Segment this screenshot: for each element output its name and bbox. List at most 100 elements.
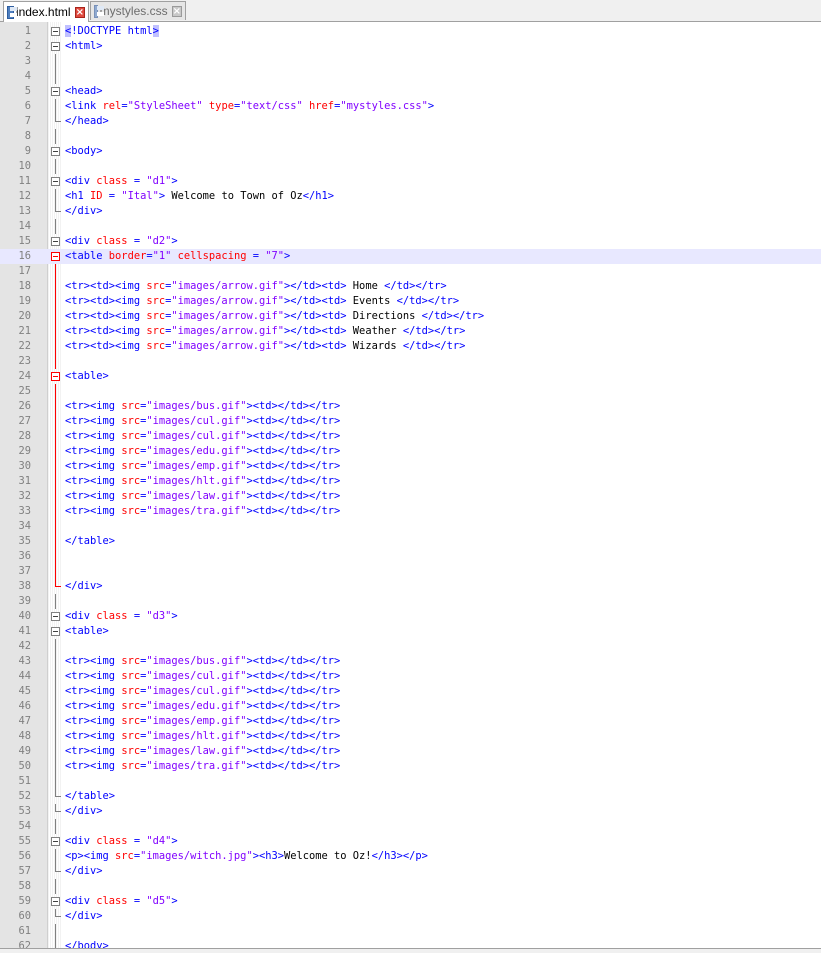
code-line[interactable]: 17	[0, 264, 821, 279]
code-line[interactable]: 36	[0, 549, 821, 564]
code-line[interactable]: 55 <div class = "d4">	[0, 834, 821, 849]
code-line[interactable]: 19 <tr><td><img src="images/arrow.gif"></…	[0, 294, 821, 309]
code-line[interactable]: 22 <tr><td><img src="images/arrow.gif"></…	[0, 339, 821, 354]
code-line[interactable]: 50 <tr><img src="images/tra.gif"><td></td…	[0, 759, 821, 774]
code-line[interactable]: 43 <tr><img src="images/bus.gif"><td></td…	[0, 654, 821, 669]
code-line[interactable]: 29 <tr><img src="images/edu.gif"><td></td…	[0, 444, 821, 459]
line-number: 61	[18, 925, 31, 937]
code-token: <tr><img	[65, 430, 122, 442]
code-line[interactable]: 18 <tr><td><img src="images/arrow.gif"></…	[0, 279, 821, 294]
code-line[interactable]: 16 <table border="1" cellspacing = "7">	[0, 249, 821, 264]
code-line[interactable]: 49 <tr><img src="images/law.gif"><td></td…	[0, 744, 821, 759]
code-line[interactable]: 56 <p><img src="images/witch.jpg"><h3>Wel…	[0, 849, 821, 864]
code-line[interactable]: 52 </table>	[0, 789, 821, 804]
fold-guide-line	[55, 519, 56, 534]
horizontal-scrollbar[interactable]	[0, 948, 821, 953]
code-line[interactable]: 3	[0, 54, 821, 69]
code-line[interactable]: 25	[0, 384, 821, 399]
code-token: "text/css"	[240, 100, 303, 112]
fold-toggle-icon[interactable]	[51, 372, 60, 381]
code-token: ></td><td>	[283, 325, 347, 337]
code-token: >	[171, 895, 178, 907]
close-icon[interactable]: ×	[74, 6, 85, 18]
code-line[interactable]: 35 </table>	[0, 534, 821, 549]
fold-toggle-icon[interactable]	[51, 87, 60, 96]
line-number: 49	[18, 745, 31, 757]
code-line[interactable]: 40 <div class = "d3">	[0, 609, 821, 624]
code-line[interactable]: 14	[0, 219, 821, 234]
code-token: ><td></td></tr>	[246, 475, 341, 487]
code-token: =	[127, 610, 147, 622]
fold-toggle-icon[interactable]	[51, 177, 60, 186]
tab-mystyles-css[interactable]: mystyles.css ×	[90, 1, 186, 20]
code-line[interactable]: 27 <tr><img src="images/cul.gif"><td></td…	[0, 414, 821, 429]
code-line[interactable]: 53 </div>	[0, 804, 821, 819]
line-number: 23	[18, 355, 31, 367]
code-line[interactable]: 41 <table>	[0, 624, 821, 639]
code-line[interactable]: 42	[0, 639, 821, 654]
line-number: 9	[24, 145, 31, 157]
fold-toggle-icon[interactable]	[51, 897, 60, 906]
code-line[interactable]: 28 <tr><img src="images/cul.gif"><td></td…	[0, 429, 821, 444]
fold-toggle-icon[interactable]	[51, 252, 60, 261]
code-line[interactable]: 37	[0, 564, 821, 579]
code-token: <tr><img	[65, 415, 122, 427]
fold-toggle-icon[interactable]	[51, 237, 60, 246]
code-line[interactable]: 57 </div>	[0, 864, 821, 879]
code-line[interactable]: 47 <tr><img src="images/emp.gif"><td></td…	[0, 714, 821, 729]
code-line[interactable]: 60 </div>	[0, 909, 821, 924]
code-line[interactable]: 54	[0, 819, 821, 834]
code-line[interactable]: 32 <tr><img src="images/law.gif"><td></td…	[0, 489, 821, 504]
code-token: <tr><img	[65, 505, 122, 517]
code-token: <p><img	[65, 850, 116, 862]
code-line[interactable]: 45 <tr><img src="images/cul.gif"><td></td…	[0, 684, 821, 699]
fold-toggle-icon[interactable]	[51, 837, 60, 846]
code-line[interactable]: 11 <div class = "d1">	[0, 174, 821, 189]
code-token: </div>	[65, 865, 103, 877]
code-line[interactable]: 4	[0, 69, 821, 84]
code-line[interactable]: 38 </div>	[0, 579, 821, 594]
code-line[interactable]: 34	[0, 519, 821, 534]
code-line[interactable]: 23	[0, 354, 821, 369]
code-token: src	[121, 460, 141, 472]
code-line[interactable]: 10	[0, 159, 821, 174]
code-line[interactable]: 48 <tr><img src="images/hlt.gif"><td></td…	[0, 729, 821, 744]
code-line[interactable]: 15 <div class = "d2">	[0, 234, 821, 249]
code-token: Events	[346, 295, 397, 307]
code-editor[interactable]: 1 <!DOCTYPE html> 2 <html> 3 4 5 <head> 6 <link r…	[0, 22, 821, 950]
code-line[interactable]: 44 <tr><img src="images/cul.gif"><td></td…	[0, 669, 821, 684]
fold-toggle-icon[interactable]	[51, 147, 60, 156]
code-line[interactable]: 31 <tr><img src="images/hlt.gif"><td></td…	[0, 474, 821, 489]
code-line[interactable]: 46 <tr><img src="images/edu.gif"><td></td…	[0, 699, 821, 714]
code-line[interactable]: 30 <tr><img src="images/emp.gif"><td></td…	[0, 459, 821, 474]
code-line[interactable]: 12 <h1 ID = "Ital"> Welcome to Town of Oz…	[0, 189, 821, 204]
code-line[interactable]: 58	[0, 879, 821, 894]
code-line[interactable]: 1 <!DOCTYPE html>	[0, 24, 821, 39]
fold-toggle-icon[interactable]	[51, 27, 60, 36]
code-line[interactable]: 9 <body>	[0, 144, 821, 159]
code-line[interactable]: 20 <tr><td><img src="images/arrow.gif"></…	[0, 309, 821, 324]
fold-toggle-icon[interactable]	[51, 627, 60, 636]
code-line[interactable]: 59 <div class = "d5">	[0, 894, 821, 909]
code-token: src	[121, 430, 141, 442]
fold-toggle-icon[interactable]	[51, 612, 60, 621]
code-token: <html>	[65, 40, 103, 52]
close-icon[interactable]: ×	[171, 5, 182, 17]
code-token: type	[202, 100, 234, 112]
code-line[interactable]: 33 <tr><img src="images/tra.gif"><td></td…	[0, 504, 821, 519]
code-line[interactable]: 51	[0, 774, 821, 789]
fold-toggle-icon[interactable]	[51, 42, 60, 51]
code-line[interactable]: 5 <head>	[0, 84, 821, 99]
code-line[interactable]: 39	[0, 594, 821, 609]
code-line[interactable]: 2 <html>	[0, 39, 821, 54]
code-line[interactable]: 24 <table>	[0, 369, 821, 384]
code-line[interactable]: 6 <link rel="StyleSheet" type="text/css" …	[0, 99, 821, 114]
tab-index-html[interactable]: index.html ×	[3, 1, 89, 22]
fold-guide-line	[55, 219, 56, 234]
code-line[interactable]: 21 <tr><td><img src="images/arrow.gif"></…	[0, 324, 821, 339]
code-line[interactable]: 61	[0, 924, 821, 939]
code-line[interactable]: 26 <tr><img src="images/bus.gif"><td></td…	[0, 399, 821, 414]
code-line[interactable]: 13 </div>	[0, 204, 821, 219]
code-line[interactable]: 8	[0, 129, 821, 144]
code-line[interactable]: 7 </head>	[0, 114, 821, 129]
